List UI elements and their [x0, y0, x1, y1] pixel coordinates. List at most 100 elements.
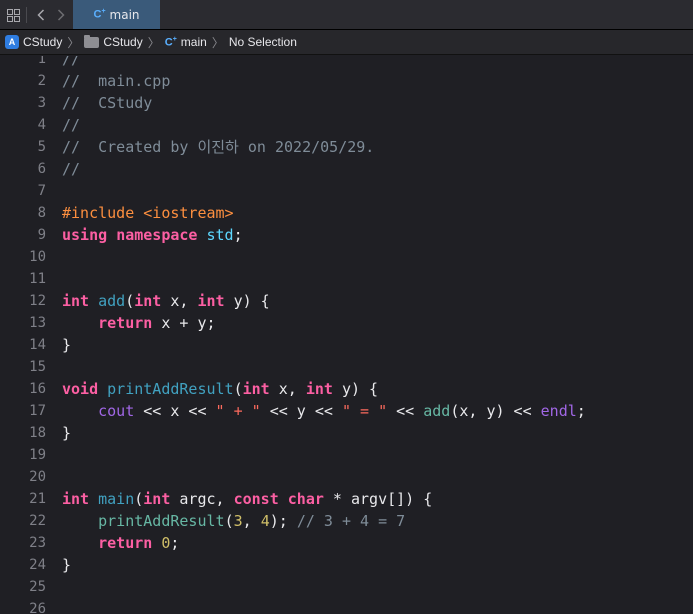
cpp-file-icon: C+	[93, 8, 106, 21]
code-line[interactable]: //	[62, 56, 80, 70]
code-token: add	[423, 402, 451, 420]
code-token: const	[233, 490, 279, 508]
code-token: int	[197, 292, 225, 310]
breadcrumb-project[interactable]: A CStudy	[5, 35, 62, 49]
code-token: 4	[260, 512, 270, 530]
code-line[interactable]: void printAddResult(int x, int y) {	[62, 378, 378, 400]
code-token: //	[62, 160, 81, 178]
code-line[interactable]: // main.cpp	[62, 70, 170, 92]
code-token: // main.cpp	[62, 72, 171, 90]
folder-icon	[84, 34, 100, 48]
breadcrumb-label: CStudy	[23, 35, 63, 49]
grid-icon[interactable]	[5, 0, 21, 30]
code-token: 3	[233, 512, 243, 530]
code-token: namespace	[116, 226, 198, 244]
breadcrumb-chevron-icon: 〉	[147, 35, 160, 50]
line-number: 12	[29, 293, 46, 309]
line-number: 11	[29, 271, 46, 287]
code-token: <<	[387, 402, 424, 420]
line-number: 16	[29, 381, 46, 397]
code-line[interactable]: }	[62, 554, 71, 576]
code-token: ;	[576, 402, 586, 420]
line-number: 2	[37, 73, 46, 89]
code-editor[interactable]: 1 2 3 4 5 6 7 8 9 10 11 12 13 14 15 16 17 18 19 20 21 22 23 24 2…	[0, 56, 693, 614]
tab-main[interactable]: C+ main	[73, 0, 160, 29]
code-token: cout	[98, 402, 135, 420]
tab-bar-divider	[26, 7, 27, 23]
code-token: );	[269, 512, 297, 530]
code-line[interactable]: int add(int x, int y) {	[62, 290, 270, 312]
line-number: 19	[29, 447, 46, 463]
code-token: int	[242, 380, 270, 398]
line-number: 8	[37, 205, 46, 221]
line-number: 17	[29, 403, 46, 419]
line-number: 23	[29, 535, 46, 551]
code-token: return	[98, 534, 153, 552]
breadcrumb-chevron-icon: 〉	[211, 35, 224, 50]
code-token: // 3 + 4 = 7	[296, 512, 406, 530]
tab-bar: C+ main	[0, 0, 693, 30]
line-number: 25	[29, 579, 46, 595]
code-line[interactable]: #include <iostream>	[62, 202, 234, 224]
code-line[interactable]: //	[62, 114, 80, 136]
code-token: ,	[242, 512, 261, 530]
code-line[interactable]: using namespace std;	[62, 224, 243, 246]
code-token: int	[305, 380, 333, 398]
code-token: std	[206, 226, 234, 244]
code-token: int	[134, 292, 162, 310]
code-token: int	[62, 292, 90, 310]
tab-label: main	[109, 7, 140, 22]
chevron-right-icon[interactable]	[54, 0, 68, 30]
line-number: 14	[29, 337, 46, 353]
code-token: return	[98, 314, 153, 332]
code-token: << x <<	[134, 402, 216, 420]
code-line[interactable]: }	[62, 334, 71, 356]
code-token: y) {	[224, 292, 270, 310]
code-token: * argv[]) {	[323, 490, 433, 508]
code-token: " + "	[215, 402, 261, 420]
code-token: argc,	[170, 490, 234, 508]
line-number: 3	[37, 95, 46, 111]
code-token: (x, y) <<	[450, 402, 541, 420]
code-line[interactable]: return x + y;	[62, 312, 215, 334]
xcode-editor-window: C+ main A CStudy 〉 CStudy 〉 C+ main 〉 No…	[0, 0, 693, 614]
code-line[interactable]: //	[62, 158, 80, 180]
code-token: (	[224, 512, 234, 530]
line-number: 24	[29, 557, 46, 573]
line-number: 20	[29, 469, 46, 485]
breadcrumb-folder[interactable]: CStudy	[84, 34, 143, 49]
code-token: }	[62, 424, 72, 442]
code-token: x,	[161, 292, 198, 310]
breadcrumb-label: No Selection	[228, 35, 297, 49]
code-token: (	[125, 292, 135, 310]
chevron-left-icon[interactable]	[34, 0, 48, 30]
code-token: y) {	[332, 380, 379, 398]
code-line[interactable]: cout << x << " + " << y << " = " << add(…	[62, 400, 586, 422]
code-line[interactable]: printAddResult(3, 4); // 3 + 4 = 7	[62, 510, 405, 532]
code-line[interactable]: return 0;	[62, 532, 179, 554]
code-line[interactable]: // Created by 이진하 on 2022/05/29.	[62, 136, 374, 158]
code-token: using	[62, 226, 108, 244]
code-line[interactable]: int main(int argc, const char * argv[]) …	[62, 488, 432, 510]
code-token: << y <<	[260, 402, 342, 420]
cpp-file-icon: C+	[164, 35, 177, 49]
code-token: endl	[540, 402, 577, 420]
code-token: ;	[233, 226, 243, 244]
breadcrumb-label: CStudy	[103, 35, 143, 49]
code-token: int	[143, 490, 171, 508]
breadcrumb-file[interactable]: C+ main	[165, 35, 207, 49]
breadcrumb-chevron-icon: 〉	[67, 35, 80, 50]
code-line[interactable]: }	[62, 422, 71, 444]
code-line[interactable]: // CStudy	[62, 92, 152, 114]
breadcrumb-selection[interactable]: No Selection	[229, 35, 297, 49]
code-token: (	[233, 380, 243, 398]
code-token: int	[62, 490, 90, 508]
xcode-project-icon: A	[5, 35, 19, 49]
